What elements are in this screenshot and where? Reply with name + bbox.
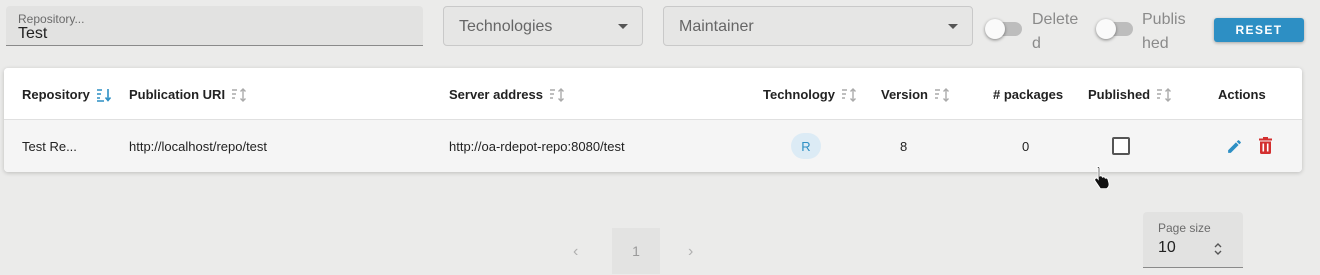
published-label-line1: Publis	[1142, 11, 1186, 28]
sort-icon[interactable]	[841, 87, 857, 102]
sort-icon[interactable]	[1156, 87, 1172, 102]
toggle-knob	[1096, 19, 1116, 39]
sort-icon[interactable]	[231, 87, 247, 102]
page-size-value[interactable]: 10	[1158, 239, 1176, 257]
column-header-server-address[interactable]: Server address	[449, 87, 565, 102]
delete-icon[interactable]	[1258, 137, 1273, 154]
column-header-version[interactable]: Version	[881, 87, 950, 102]
pagination-current-page[interactable]: 1	[612, 228, 660, 274]
column-header-label: Technology	[763, 87, 835, 102]
published-toggle[interactable]	[1096, 19, 1133, 39]
table-header: Repository Publication URI Server addres…	[4, 68, 1302, 120]
published-label-line2: hed	[1142, 35, 1169, 52]
technology-badge: R	[791, 133, 821, 159]
repository-filter-value[interactable]: Test	[18, 25, 47, 43]
chevron-left-icon[interactable]: ‹	[573, 243, 578, 261]
repositories-page: Repository... Test Technologies Maintain…	[0, 0, 1320, 275]
cell-version: 8	[900, 139, 908, 154]
sort-icon[interactable]	[549, 87, 565, 102]
deleted-label-line2: d	[1032, 35, 1041, 52]
column-header-packages: # packages	[993, 87, 1063, 102]
edit-icon[interactable]	[1226, 138, 1243, 155]
column-header-label: # packages	[993, 87, 1064, 102]
deleted-toggle[interactable]	[985, 19, 1022, 39]
reset-button[interactable]: RESET	[1214, 18, 1304, 42]
deleted-toggle-label: Delete d	[1032, 8, 1080, 56]
sort-descending-icon[interactable]	[96, 88, 112, 102]
column-header-label: Server address	[449, 87, 543, 102]
column-header-label: Repository	[22, 87, 90, 102]
toggle-knob	[985, 19, 1005, 39]
page-size-input[interactable]: Page size 10	[1143, 212, 1243, 268]
repository-filter-label: Repository...	[18, 12, 85, 26]
published-checkbox[interactable]	[1112, 137, 1130, 155]
published-toggle-label: Publis hed	[1142, 8, 1190, 56]
cell-repository: Test Re...	[22, 139, 77, 154]
technologies-select[interactable]: Technologies	[443, 6, 643, 46]
maintainer-select[interactable]: Maintainer	[663, 6, 973, 46]
repository-filter-input[interactable]: Repository... Test	[6, 6, 423, 46]
hand-cursor-icon	[1094, 165, 1110, 189]
maintainer-select-label: Maintainer	[679, 18, 754, 35]
sort-icon[interactable]	[934, 87, 950, 102]
repositories-table: Repository Publication URI Server addres…	[4, 68, 1302, 172]
cell-packages: 0	[1022, 139, 1030, 154]
column-header-publication-uri[interactable]: Publication URI	[129, 87, 247, 102]
column-header-label: Published	[1088, 87, 1151, 102]
dropdown-arrow-icon	[948, 24, 958, 29]
column-header-label: Actions	[1218, 87, 1266, 102]
column-header-repository[interactable]: Repository	[22, 87, 112, 102]
spinner-arrows-icon[interactable]	[1213, 242, 1223, 256]
chevron-right-icon[interactable]: ›	[688, 243, 693, 261]
cell-server-address: http://oa-rdepot-repo:8080/test	[449, 139, 625, 154]
column-header-published[interactable]: Published	[1088, 87, 1172, 102]
column-header-technology[interactable]: Technology	[763, 87, 857, 102]
page-size-label: Page size	[1158, 221, 1211, 235]
column-header-label: Version	[881, 87, 928, 102]
deleted-label-line1: Delete	[1032, 11, 1079, 28]
dropdown-arrow-icon	[618, 24, 628, 29]
column-header-actions: Actions	[1218, 87, 1266, 102]
technologies-select-label: Technologies	[459, 18, 553, 35]
column-header-label: Publication URI	[129, 87, 226, 102]
cell-publication-uri: http://localhost/repo/test	[129, 139, 268, 154]
